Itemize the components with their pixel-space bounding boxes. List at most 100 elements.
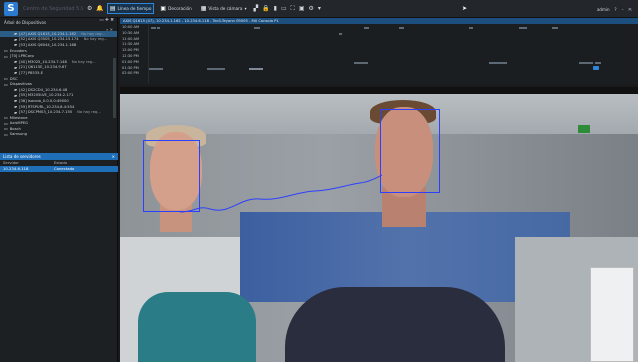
tab-timeline[interactable]: ▤ Línea de tiempo <box>106 3 155 14</box>
tree-item-label: Encoders <box>9 48 27 53</box>
recording-segment[interactable] <box>149 68 163 70</box>
fullscreen-icon[interactable]: ⛶ <box>291 5 295 13</box>
recording-segment[interactable] <box>339 33 342 35</box>
minimize-icon[interactable]: – <box>622 7 624 12</box>
tree-item-label: [47] AXIS Q1615_10.234.1.162 <box>19 31 77 36</box>
tree-item-label: Samsung <box>9 132 27 137</box>
camera-icon: ▰ <box>14 109 18 115</box>
tree-item-status: No hay reg... <box>81 31 105 36</box>
camera-icon: ▰ <box>14 70 18 76</box>
layout-icon[interactable]: ▞ <box>254 5 259 12</box>
timeline-panel: AXIS Q1615 (47), 10.234.1.162 - 10.234.6… <box>120 18 638 85</box>
camera-icon: ▰ <box>14 87 18 93</box>
recording-segment[interactable] <box>364 27 369 29</box>
chevron-down-icon[interactable]: ▾ <box>318 5 321 12</box>
timeline-time-labels: 10:00 AM 10:30 AM 11:00 AM 11:30 AM 12:00 PM… <box>122 25 148 77</box>
tree-item-label: [53] AXIS Q6044_10.234.1.168 <box>19 42 77 47</box>
camera-icon: ▰ <box>14 59 18 65</box>
tree-item-label: Dispositivos <box>9 82 32 87</box>
lock-icon[interactable]: 🔒 <box>262 5 269 12</box>
tree-item-label: AxisMPEG <box>9 121 29 126</box>
tree-item-status: No hay reg... <box>77 110 101 115</box>
folder-icon: ▭ <box>4 131 8 137</box>
folder-icon: ▭ <box>4 76 8 82</box>
recording-segment[interactable] <box>489 62 507 64</box>
recording-segment[interactable] <box>254 27 260 29</box>
timeline-icon: ▤ <box>109 5 116 12</box>
tree-item-status: No hay reg... <box>71 59 96 64</box>
device-tree-panel: Árbol de Dispositivos ▭ ✚ ✖ ⌕ ✕ ▰ [47] AX… <box>0 18 118 362</box>
pin-icon[interactable]: ⇱ <box>629 7 632 12</box>
camera-icon: ▰ <box>14 104 18 110</box>
app-title: Centro de Seguridad 5.9 <box>23 5 83 12</box>
tree-item-label: Bosch <box>9 126 21 131</box>
user-area: admin ? – ⇱ <box>592 0 632 18</box>
camera-icon: ▰ <box>14 64 18 70</box>
folder-icon: ▭ <box>4 81 8 87</box>
device-tree-header: Árbol de Dispositivos ▭ ✚ ✖ <box>4 18 114 25</box>
chevron-down-icon: ▾ <box>244 6 247 11</box>
tree-item-label: [57] DSCPM03_10.234.7.155 <box>19 110 73 115</box>
recording-segment[interactable] <box>519 27 527 29</box>
settings-icon[interactable]: ⚙ <box>309 5 314 12</box>
folder-icon: ▭ <box>4 53 8 59</box>
motion-track-line <box>179 174 383 213</box>
camera-icon: ▰ <box>14 92 18 98</box>
gear-icon[interactable]: ⚙ <box>87 5 92 12</box>
camera-icon: ▰ <box>14 36 18 42</box>
bookmark-icon[interactable]: ▮ <box>274 5 277 12</box>
tree-item-label: Milestone <box>9 115 28 120</box>
bell-icon[interactable]: 🔔 <box>96 5 103 12</box>
camera-icon: ▰ <box>14 98 18 104</box>
tree-item-label: [42] DS2CD4_10.234.6.48 <box>19 87 68 92</box>
folder-icon: ▭ <box>4 115 8 121</box>
recording-segment[interactable] <box>399 27 404 29</box>
tree-item-label: [70] LPRCorp <box>9 54 34 59</box>
recording-segment[interactable] <box>595 62 601 64</box>
panel-controls-icon[interactable]: ▭ ✚ ✖ <box>99 18 114 23</box>
device-tree: ▰ [47] AXIS Q1615_10.234.1.162 No hay reg.… <box>0 31 117 137</box>
recording-segment[interactable] <box>207 68 225 70</box>
recording-segment[interactable] <box>354 62 368 64</box>
tree-scrollbar[interactable] <box>113 58 116 118</box>
recording-segment[interactable] <box>151 27 156 29</box>
timeline-track[interactable] <box>148 25 636 83</box>
playhead-marker[interactable] <box>593 66 599 70</box>
user-menu[interactable]: admin <box>597 7 610 12</box>
app-logo: S <box>4 1 18 16</box>
screen-icon[interactable]: ▣ <box>299 5 305 12</box>
recording-segment[interactable] <box>469 27 473 29</box>
server-list-header: Lista de servidores ✕ <box>0 153 118 160</box>
close-icon[interactable]: ✕ <box>112 154 115 159</box>
tab-camera-view[interactable]: ▦ Vista de cámara ▾ <box>198 3 250 14</box>
folder-icon: ▭ <box>4 126 8 132</box>
tree-item-label: [55] M3205LVE_10.234.2.171 <box>19 93 74 98</box>
help-icon[interactable]: ? <box>615 7 617 12</box>
tree-item-label: DSC <box>9 76 18 81</box>
recording-segment[interactable] <box>552 27 558 29</box>
tab-decoration[interactable]: ▣ Decoración <box>157 3 194 14</box>
folder-icon: ▭ <box>4 120 8 126</box>
tree-item-label: [21] Q6115E_10.234.9.67 <box>19 65 67 70</box>
table-row[interactable]: 10.234.6.118 Conectado <box>0 166 118 172</box>
grid-icon: ▦ <box>200 5 207 12</box>
top-toolbar: S Centro de Seguridad 5.9 ⚙ 🔔 ▤ Línea de… <box>0 0 638 18</box>
tree-item-label: [38] Isonoia_0.0.0.0:49000 <box>19 98 69 103</box>
recording-segment[interactable] <box>249 68 263 70</box>
tree-item-label: [40] M3025_10.234.7.148 <box>19 59 67 64</box>
tree-item[interactable]: ▭ Samsung <box>0 132 117 138</box>
timeline-time-label: 02:00 PM <box>122 71 139 76</box>
monitor-icon[interactable]: ▭ <box>281 5 287 12</box>
timeline-camera-tab[interactable]: AXIS Q1615 (47), 10.234.1.162 - 10.234.6… <box>120 18 638 24</box>
mouse-cursor-icon: ➤ <box>462 5 468 12</box>
tree-item-status: No hay reg... <box>83 37 108 42</box>
camera-icon: ▰ <box>14 42 18 48</box>
decoration-icon: ▣ <box>160 5 167 12</box>
tree-item-label: [52] AXIS Q3505_10.234.15.174 <box>19 37 79 42</box>
folder-icon: ▭ <box>4 48 8 54</box>
video-view[interactable] <box>120 87 638 362</box>
camera-icon: ▰ <box>14 31 18 37</box>
tree-item-label: [59] RTSPURL_10.234.8.4:554 <box>19 104 75 109</box>
recording-segment[interactable] <box>579 62 593 64</box>
recording-segment[interactable] <box>157 27 160 29</box>
